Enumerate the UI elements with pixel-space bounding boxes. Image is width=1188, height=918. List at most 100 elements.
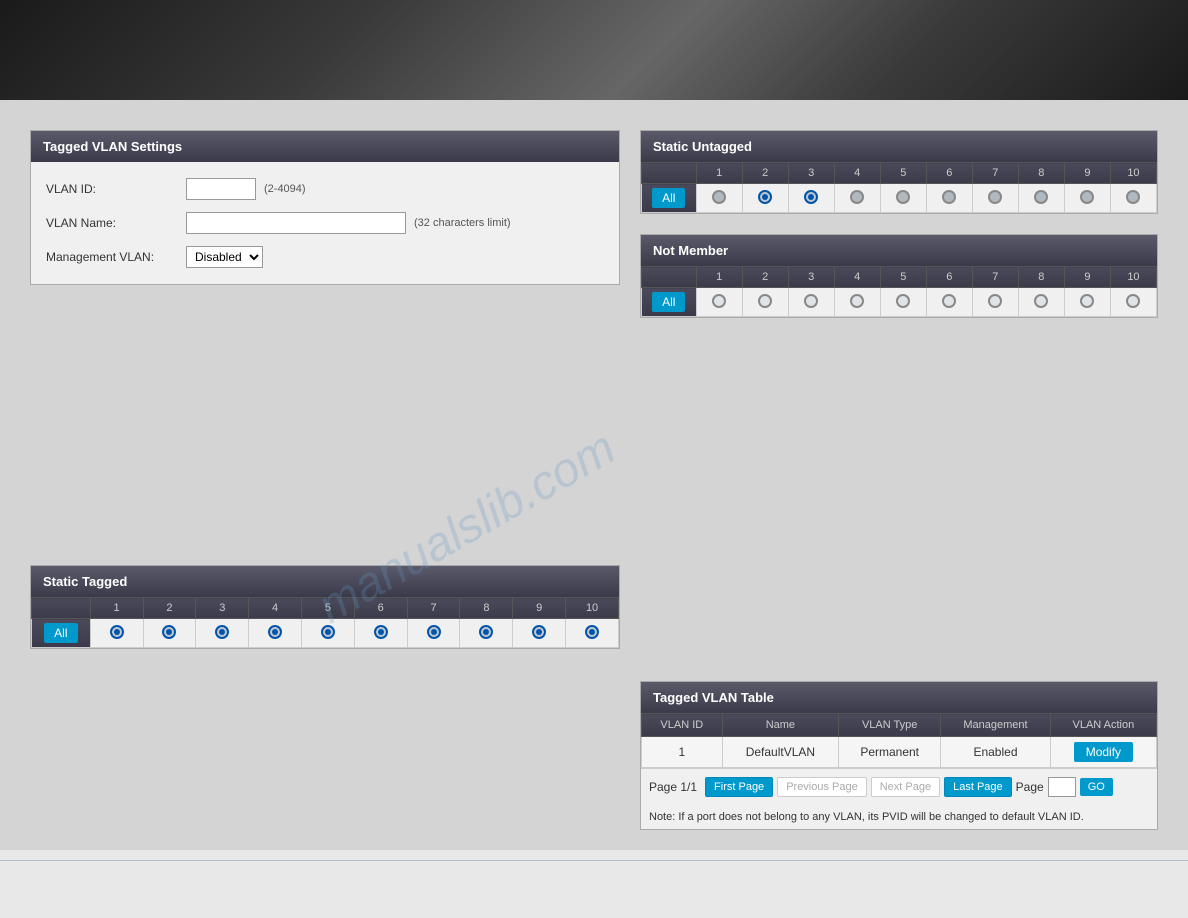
static-untagged-port-4[interactable] [834,184,880,213]
static-tagged-port-7[interactable] [407,619,460,648]
not-member-all-header [642,267,697,288]
static-untagged-port-8[interactable] [1018,184,1064,213]
go-button[interactable]: GO [1080,778,1113,796]
col-vlan-id: VLAN ID [642,714,723,737]
not-member-col-1: 1 [696,267,742,288]
not-member-port-5[interactable] [880,288,926,317]
not-member-port-4[interactable] [834,288,880,317]
static-untagged-port-3[interactable] [788,184,834,213]
static-tagged-col-1: 1 [90,598,143,619]
static-tagged-all-button[interactable]: All [44,623,77,643]
static-untagged-col-7: 7 [972,163,1018,184]
not-member-col-8: 8 [1018,267,1064,288]
static-tagged-col-6: 6 [354,598,407,619]
page-number-input[interactable] [1048,777,1076,797]
static-tagged-port-2[interactable] [143,619,196,648]
not-member-all-cell: All [642,288,697,317]
not-member-col-9: 9 [1064,267,1110,288]
static-tagged-all-cell: All [32,619,91,648]
note-bar: Note: If a port does not belong to any V… [641,805,1157,829]
next-page-button[interactable]: Next Page [871,777,940,797]
vlan-id-hint: (2-4094) [264,183,306,195]
static-untagged-port-5[interactable] [880,184,926,213]
not-member-col-10: 10 [1110,267,1156,288]
not-member-port-1[interactable] [696,288,742,317]
static-untagged-col-4: 4 [834,163,880,184]
static-tagged-col-3: 3 [196,598,249,619]
previous-page-button[interactable]: Previous Page [777,777,867,797]
static-tagged-port-4[interactable] [249,619,302,648]
vlan-id-input[interactable] [186,178,256,200]
static-tagged-port-3[interactable] [196,619,249,648]
static-untagged-port-1[interactable] [696,184,742,213]
static-tagged-col-2: 2 [143,598,196,619]
col-management: Management [941,714,1051,737]
static-untagged-port-7[interactable] [972,184,1018,213]
static-tagged-col-4: 4 [249,598,302,619]
row-management: Enabled [941,737,1051,768]
vlan-name-row: VLAN Name: (32 characters limit) [46,206,604,240]
static-untagged-col-8: 8 [1018,163,1064,184]
management-vlan-select[interactable]: Disabled Enabled [186,246,263,268]
not-member-port-7[interactable] [972,288,1018,317]
static-tagged-port-5[interactable] [302,619,355,648]
tagged-vlan-settings-panel: Tagged VLAN Settings VLAN ID: (2-4094) V… [30,130,620,285]
vlan-name-input[interactable] [186,212,406,234]
vlan-data-table: VLAN ID Name VLAN Type Management VLAN A… [641,713,1157,768]
not-member-col-4: 4 [834,267,880,288]
not-member-port-2[interactable] [742,288,788,317]
row-action: Modify [1050,737,1156,768]
col-vlan-type: VLAN Type [839,714,941,737]
static-untagged-port-10[interactable] [1110,184,1156,213]
not-member-all-button[interactable]: All [652,292,685,312]
tagged-vlan-table-title: Tagged VLAN Table [641,682,1157,713]
table-row: 1 DefaultVLAN Permanent Enabled Modify [642,737,1157,768]
not-member-col-3: 3 [788,267,834,288]
left-column: Tagged VLAN Settings VLAN ID: (2-4094) V… [30,130,620,830]
static-untagged-all-button[interactable]: All [652,188,685,208]
static-tagged-port-8[interactable] [460,619,513,648]
management-vlan-row: Management VLAN: Disabled Enabled [46,240,604,274]
col-vlan-action: VLAN Action [1050,714,1156,737]
vlan-id-label: VLAN ID: [46,182,186,196]
static-untagged-port-2[interactable] [742,184,788,213]
row-vlan-id: 1 [642,737,723,768]
static-tagged-title: Static Tagged [31,566,619,597]
static-tagged-col-5: 5 [302,598,355,619]
last-page-button[interactable]: Last Page [944,777,1012,797]
not-member-port-10[interactable] [1110,288,1156,317]
static-untagged-col-2: 2 [742,163,788,184]
not-member-col-2: 2 [742,267,788,288]
tagged-vlan-settings-title: Tagged VLAN Settings [31,131,619,162]
pagination-bar: Page 1/1 First Page Previous Page Next P… [641,768,1157,805]
static-tagged-port-6[interactable] [354,619,407,648]
static-untagged-col-1: 1 [696,163,742,184]
static-tagged-all-header [32,598,91,619]
management-vlan-label: Management VLAN: [46,250,186,264]
not-member-port-8[interactable] [1018,288,1064,317]
not-member-port-6[interactable] [926,288,972,317]
not-member-title: Not Member [641,235,1157,266]
static-untagged-col-10: 10 [1110,163,1156,184]
static-tagged-col-7: 7 [407,598,460,619]
not-member-panel: Not Member 1 2 3 4 5 6 7 8 [640,234,1158,318]
static-untagged-col-9: 9 [1064,163,1110,184]
spacer [640,338,1158,661]
not-member-port-3[interactable] [788,288,834,317]
vlan-name-hint: (32 characters limit) [414,217,511,229]
not-member-port-9[interactable] [1064,288,1110,317]
static-untagged-table: 1 2 3 4 5 6 7 8 9 10 [641,162,1157,213]
modify-button[interactable]: Modify [1074,742,1133,762]
static-tagged-port-1[interactable] [90,619,143,648]
static-tagged-port-10[interactable] [566,619,619,648]
row-name: DefaultVLAN [722,737,838,768]
static-untagged-col-5: 5 [880,163,926,184]
not-member-col-6: 6 [926,267,972,288]
page-label: Page [1016,780,1044,794]
static-untagged-port-9[interactable] [1064,184,1110,213]
first-page-button[interactable]: First Page [705,777,773,797]
not-member-col-5: 5 [880,267,926,288]
static-tagged-port-9[interactable] [513,619,566,648]
static-tagged-table: 1 2 3 4 5 6 7 8 9 10 [31,597,619,648]
static-untagged-port-6[interactable] [926,184,972,213]
